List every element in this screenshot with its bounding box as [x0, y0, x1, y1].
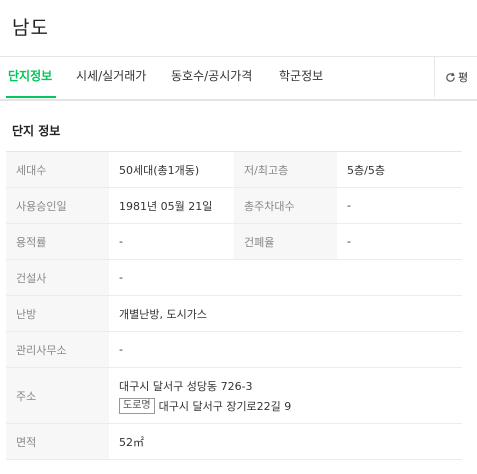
complex-info-table: 세대수 50세대(총1개동) 저/최고층 5층/5층 사용승인일 1981년 0… [6, 151, 462, 460]
section-title: 단지 정보 [12, 124, 61, 138]
table-row: 면적 52㎡ [6, 424, 462, 460]
office-value: - [119, 343, 123, 356]
households-label: 세대수 [6, 152, 109, 187]
builder-label: 건설사 [6, 260, 109, 295]
approval-value: 1981년 05월 21일 [119, 199, 213, 213]
address-road-line: 도로명 대구시 달서구 장기로22길 9 [119, 396, 291, 416]
page: 남도 단지정보 시세/실거래가 동호수/공시가격 학군정보 평 단지 정보 세대… [0, 0, 477, 474]
parking-label: 총주차대수 [234, 188, 337, 223]
far-label: 용적률 [6, 224, 109, 259]
heating-label: 난방 [6, 296, 109, 331]
address-label: 주소 [6, 368, 109, 423]
tab-complex-info[interactable]: 단지정보 [8, 57, 52, 97]
area-unit-label: 평 [457, 71, 469, 84]
bcr-value: - [347, 235, 351, 248]
builder-value: - [119, 271, 123, 284]
tab-unit-price[interactable]: 동호수/공시가격 [171, 57, 252, 97]
far-value: - [119, 235, 123, 248]
floors-value: 5층/5층 [347, 163, 385, 177]
road-name-badge: 도로명 [119, 397, 155, 414]
area-unit-toggle[interactable]: 평 [434, 57, 477, 97]
tab-bar: 단지정보 시세/실거래가 동호수/공시가격 학군정보 평 [0, 57, 477, 101]
table-row: 건설사 - [6, 260, 462, 296]
parking-value: - [347, 199, 351, 212]
address-road: 대구시 달서구 장기로22길 9 [158, 399, 292, 413]
table-row: 주소 대구시 달서구 성당동 726-3 도로명 대구시 달서구 장기로22길 … [6, 368, 462, 424]
address-lot: 대구시 달서구 성당동 726-3 [119, 379, 253, 393]
table-row: 용적률 - 건폐율 - [6, 224, 462, 260]
refresh-icon [446, 72, 455, 82]
office-label: 관리사무소 [6, 332, 109, 367]
table-row: 세대수 50세대(총1개동) 저/최고층 5층/5층 [6, 152, 462, 188]
header-bar: 남도 [0, 0, 477, 57]
active-tab-indicator [6, 96, 56, 98]
table-row: 난방 개별난방, 도시가스 [6, 296, 462, 332]
bcr-label: 건폐율 [234, 224, 337, 259]
page-title: 남도 [12, 17, 49, 39]
tab-price[interactable]: 시세/실거래가 [76, 57, 146, 97]
table-row: 사용승인일 1981년 05월 21일 총주차대수 - [6, 188, 462, 224]
area-value: 52㎡ [119, 435, 144, 449]
table-row: 관리사무소 - [6, 332, 462, 368]
tab-school[interactable]: 학군정보 [279, 57, 323, 97]
address-value: 대구시 달서구 성당동 726-3 도로명 대구시 달서구 장기로22길 9 [109, 368, 462, 423]
approval-label: 사용승인일 [6, 188, 109, 223]
households-value: 50세대(총1개동) [119, 163, 200, 177]
area-label: 면적 [6, 424, 109, 459]
floors-label: 저/최고층 [234, 152, 337, 187]
heating-value: 개별난방, 도시가스 [119, 307, 207, 321]
